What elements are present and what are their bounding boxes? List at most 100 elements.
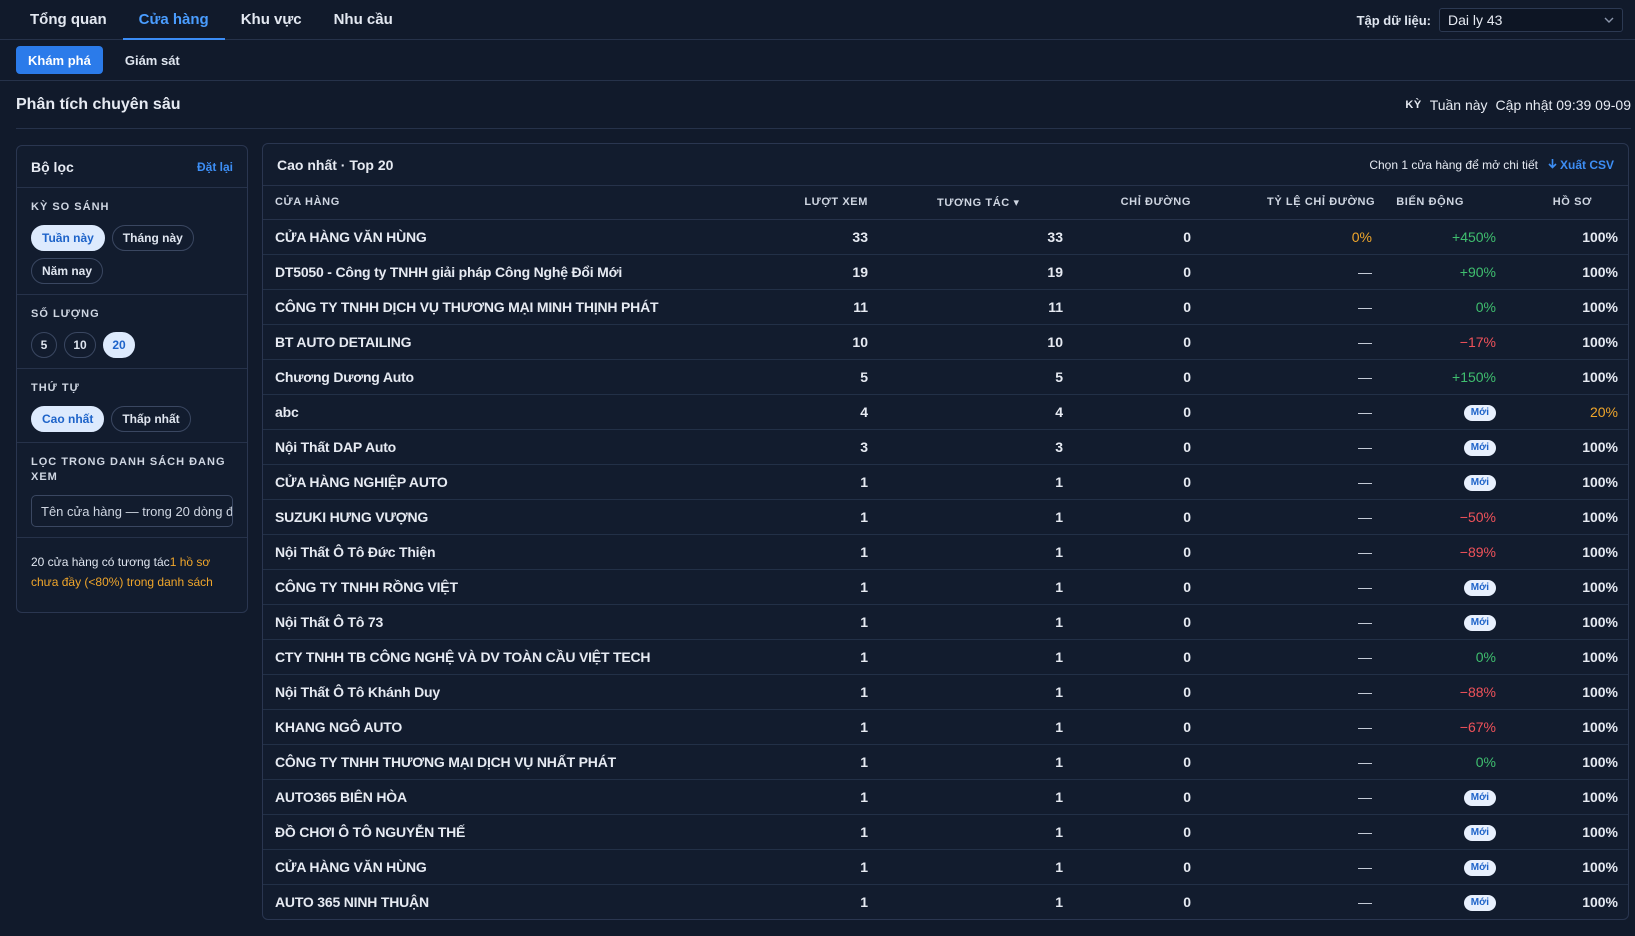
interactions-cell: 11 [880, 289, 1075, 325]
table-row[interactable]: abc 4 4 0 — Mới 20% [263, 394, 1628, 430]
table-row[interactable]: CỬA HÀNG NGHIỆP AUTO 1 1 0 — Mới 100% [263, 464, 1628, 500]
table-row[interactable]: CỬA HÀNG VĂN HÙNG 1 1 0 — Mới 100% [263, 849, 1628, 885]
store-name-text: CTY TNHH TB CÔNG NGHỆ VÀ DV TOÀN CẦU VIỆ… [275, 648, 651, 665]
views-cell: 1 [778, 604, 880, 640]
table-title: Cao nhất · Top 20 [277, 156, 394, 173]
profile-cell-text: 100% [1582, 823, 1618, 840]
table-header-bar: Cao nhất · Top 20 Chọn 1 cửa hàng để mở … [263, 144, 1628, 186]
chip-highest[interactable]: Cao nhất [31, 406, 105, 432]
table-row[interactable]: CÔNG TY TNHH THƯƠNG MẠI DỊCH VỤ NHẤT PHÁ… [263, 744, 1628, 780]
chip-count-10[interactable]: 10 [64, 332, 96, 358]
direction-rate-cell-text: — [1358, 298, 1372, 315]
table-row[interactable]: Nội Thất Ô Tô Khánh Duy 1 1 0 — −88% 100% [263, 674, 1628, 710]
direction-rate-cell-text: — [1358, 753, 1372, 770]
table-row[interactable]: BT AUTO DETAILING 10 10 0 — −17% 100% [263, 324, 1628, 360]
table-row[interactable]: Nội Thất Ô Tô Đức Thiện 1 1 0 — −89% 100% [263, 534, 1628, 570]
col-store[interactable]: CỬA HÀNG [263, 186, 778, 220]
new-badge: Mới [1463, 895, 1496, 911]
profile-cell-text: 100% [1582, 648, 1618, 665]
store-name-text: AUTO 365 NINH THUẬN [275, 893, 429, 910]
chip-this-week[interactable]: Tuần này [31, 225, 105, 251]
table-row[interactable]: Nội Thất DAP Auto 3 3 0 — Mới 100% [263, 429, 1628, 465]
table-row[interactable]: Nội Thất Ô Tô 73 1 1 0 — Mới 100% [263, 604, 1628, 640]
views-cell-text: 1 [860, 613, 868, 630]
order-label: THỨ TỰ [31, 382, 80, 394]
views-cell: 1 [778, 814, 880, 850]
store-name-text: CỬA HÀNG VĂN HÙNG [275, 228, 427, 245]
table-row[interactable]: ĐỒ CHƠI Ô TÔ NGUYỄN THẾ 1 1 0 — Mới 100% [263, 814, 1628, 850]
change-cell: −50% [1384, 499, 1508, 535]
change-cell-text: +150% [1452, 368, 1496, 385]
tab-demand[interactable]: Nhu cầu [318, 0, 409, 39]
subtab-explore[interactable]: Khám phá [16, 46, 103, 74]
views-cell: 4 [778, 394, 880, 430]
directions-cell: 0 [1075, 429, 1203, 465]
chip-this-month[interactable]: Tháng này [111, 225, 194, 251]
table-row[interactable]: AUTO365 BIÊN HÒA 1 1 0 — Mới 100% [263, 779, 1628, 815]
table-row[interactable]: SUZUKI HƯNG VƯỢNG 1 1 0 — −50% 100% [263, 499, 1628, 535]
chip-lowest[interactable]: Thấp nhất [111, 406, 191, 432]
col-profile[interactable]: HỒ SƠ [1508, 186, 1628, 220]
interactions-cell: 1 [880, 499, 1075, 535]
directions-cell: 0 [1075, 254, 1203, 290]
subtab-monitor[interactable]: Giám sát [113, 46, 192, 74]
table-row[interactable]: CÔNG TY TNHH DỊCH VỤ THƯƠNG MẠI MINH THỊ… [263, 289, 1628, 325]
chip-count-5[interactable]: 5 [31, 332, 57, 358]
reset-button[interactable]: Đặt lại [197, 160, 233, 174]
tab-regions[interactable]: Khu vực [225, 0, 318, 39]
direction-rate-cell: — [1203, 289, 1384, 325]
directions-cell-text: 0 [1183, 893, 1191, 910]
dataset-select[interactable]: Dai ly 43 [1439, 8, 1623, 32]
change-cell: +450% [1384, 219, 1508, 255]
interactions-cell: 10 [880, 324, 1075, 360]
order-section: THỨ TỰ Cao nhất Thấp nhất [17, 369, 247, 443]
directions-cell: 0 [1075, 394, 1203, 430]
tab-stores[interactable]: Cửa hàng [122, 0, 225, 40]
profile-cell-text: 100% [1582, 613, 1618, 630]
direction-rate-cell: 0% [1203, 219, 1384, 255]
directions-cell: 0 [1075, 324, 1203, 360]
col-views[interactable]: LƯỢT XEM [778, 186, 880, 220]
profile-cell: 100% [1508, 464, 1628, 500]
tab-overview[interactable]: Tổng quan [14, 0, 123, 39]
directions-cell-text: 0 [1183, 473, 1191, 490]
table-row[interactable]: CỬA HÀNG VĂN HÙNG 33 33 0 0% +450% 100% [263, 219, 1628, 255]
dataset-value: Dai ly 43 [1448, 12, 1503, 28]
col-directions[interactable]: CHỈ ĐƯỜNG [1075, 186, 1203, 220]
table-row[interactable]: Chương Dương Auto 5 5 0 — +150% 100% [263, 359, 1628, 395]
interactions-cell-text: 33 [1047, 228, 1063, 245]
chip-count-20[interactable]: 20 [103, 332, 135, 358]
count-section: SỐ LƯỢNG 5 10 20 [17, 295, 247, 369]
change-cell: 0% [1384, 289, 1508, 325]
table-row[interactable]: DT5050 - Công ty TNHH giải pháp Công Ngh… [263, 254, 1628, 290]
interactions-cell-text: 1 [1055, 788, 1063, 805]
store-search-input[interactable]: Tên cửa hàng — trong 20 dòng đang xem [31, 495, 233, 527]
col-interactions[interactable]: TƯƠNG TÁC ▾ [880, 186, 1075, 220]
views-cell-text: 19 [852, 263, 868, 280]
views-cell: 33 [778, 219, 880, 255]
chip-this-year[interactable]: Năm nay [31, 258, 104, 284]
export-csv-button[interactable]: Xuất CSV [1548, 158, 1614, 172]
profile-cell: 100% [1508, 324, 1628, 360]
col-direction-rate[interactable]: TỶ LỆ CHỈ ĐƯỜNG [1203, 186, 1384, 220]
table-row[interactable]: CTY TNHH TB CÔNG NGHỆ VÀ DV TOÀN CẦU VIỆ… [263, 639, 1628, 675]
change-cell: Mới [1384, 394, 1508, 430]
directions-cell: 0 [1075, 464, 1203, 500]
col-change[interactable]: BIẾN ĐỘNG [1384, 186, 1508, 220]
table-row[interactable]: AUTO 365 NINH THUẬN 1 1 0 — Mới 100% [263, 884, 1628, 919]
views-cell: 10 [778, 324, 880, 360]
views-cell: 1 [778, 569, 880, 605]
filter-panel: Bộ lọc Đặt lại KỲ SO SÁNH Tuần này Tháng… [16, 145, 248, 613]
directions-cell-text: 0 [1183, 823, 1191, 840]
table-row[interactable]: CÔNG TY TNHH RỒNG VIỆT 1 1 0 — Mới 100% [263, 569, 1628, 605]
views-cell: 1 [778, 849, 880, 885]
store-name: ĐỒ CHƠI Ô TÔ NGUYỄN THẾ [263, 814, 778, 850]
interactions-cell: 19 [880, 254, 1075, 290]
views-cell-text: 11 [853, 298, 868, 315]
profile-cell-text: 20% [1589, 403, 1618, 420]
store-name-text: CỬA HÀNG VĂN HÙNG [275, 858, 427, 875]
directions-cell: 0 [1075, 849, 1203, 885]
profile-cell: 100% [1508, 429, 1628, 465]
new-badge: Mới [1463, 405, 1496, 421]
table-row[interactable]: KHANG NGÔ AUTO 1 1 0 — −67% 100% [263, 709, 1628, 745]
